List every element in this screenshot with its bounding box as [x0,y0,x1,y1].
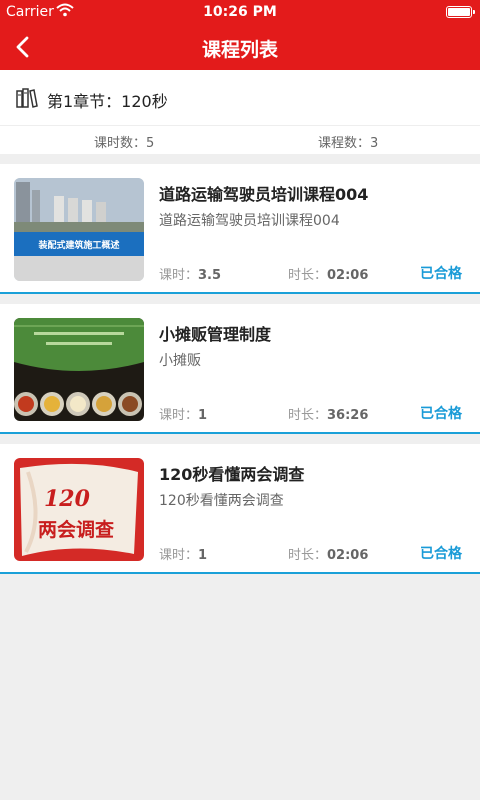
course-hours: 课时：3.5 [159,264,221,283]
course-hours: 课时：1 [159,404,207,423]
battery-icon [446,6,475,18]
course-hours-value: 1 [198,408,208,423]
course-subtitle: 120秒看懂两会调查 [159,493,284,509]
course-subtitle: 小摊贩 [159,353,201,369]
course-banner-text: 装配式建筑施工概述 [37,239,119,251]
nav-bar: 课程列表 [0,24,480,70]
status-time: 10:26 PM [203,4,277,20]
course-status: 已合格 [420,406,462,422]
lesson-hours-count: 课时数：5 [94,136,155,151]
course-title: 120秒看懂两会调查 [159,465,305,484]
course-thumbnail: 装配式建筑施工概述 [14,178,144,281]
poster-text: 两会调查 [38,518,115,541]
course-card[interactable]: 装配式建筑施工概述 道路运输驾驶员培训课程004 道路运输驾驶员培训课程004 … [0,164,480,294]
course-card[interactable]: 120 两会调查 120秒看懂两会调查 120秒看懂两会调查 课时：1 时长：0… [0,444,480,574]
course-status: 已合格 [420,266,462,282]
course-title: 道路运输驾驶员培训课程004 [159,185,369,204]
course-hours-value: 3.5 [198,268,222,283]
course-duration-value: 36:26 [327,408,369,423]
chapter-header: 第1章节：120秒 [0,70,480,126]
hours-label: 课时： [159,548,199,563]
course-duration: 时长：36:26 [288,404,368,423]
status-bar: Carrier 10:26 PM [0,0,480,24]
course-thumbnail [14,318,144,421]
duration-label: 时长： [288,408,328,423]
course-duration-value: 02:06 [327,268,369,283]
duration-label: 时长： [288,268,328,283]
course-thumbnail: 120 两会调查 [14,458,144,561]
hours-label: 课时： [159,268,199,283]
chapter-stats: 课时数：5 课程数：3 [0,126,480,154]
course-hours-value: 1 [198,548,208,563]
chapter-title: 第1章节：120秒 [47,92,168,111]
course-card[interactable]: 小摊贩管理制度 小摊贩 课时：1 时长：36:26 已合格 [0,304,480,434]
books-icon [16,88,38,108]
poster-number: 120 [44,486,91,512]
course-duration: 时长：02:06 [288,544,368,563]
duration-label: 时长： [288,548,328,563]
hours-label: 课时： [159,408,199,423]
course-count: 课程数：3 [318,136,379,151]
course-hours: 课时：1 [159,544,207,563]
page-title: 课程列表 [201,39,278,61]
course-duration: 时长：02:06 [288,264,368,283]
course-title: 小摊贩管理制度 [159,325,272,344]
course-status: 已合格 [420,546,462,562]
course-duration-value: 02:06 [327,548,369,563]
course-subtitle: 道路运输驾驶员培训课程004 [159,213,340,229]
